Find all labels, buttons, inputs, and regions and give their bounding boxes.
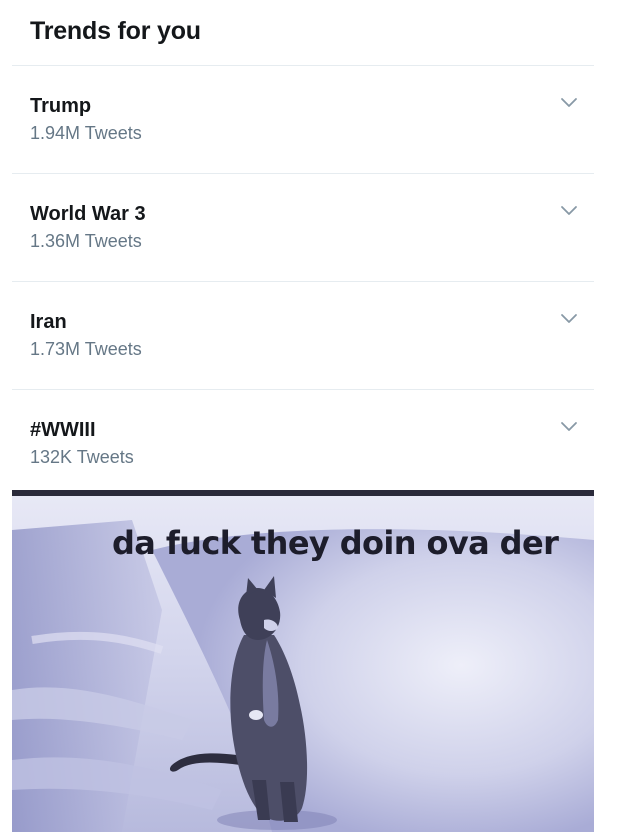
trend-name: Iran	[30, 311, 67, 333]
meme-image: da fuck they doin ova der	[12, 490, 594, 832]
trend-tweet-count: 1.36M Tweets	[30, 231, 142, 251]
trends-panel: Trends for you Trump 1.94M Tweets World …	[12, 0, 594, 490]
chevron-down-icon[interactable]	[560, 420, 578, 432]
chevron-down-icon[interactable]	[560, 312, 578, 324]
trend-name: Trump	[30, 95, 92, 117]
trend-name: #WWIII	[30, 419, 96, 441]
trend-item[interactable]: Iran 1.73M Tweets	[12, 282, 594, 390]
trend-item[interactable]: #WWIII 132K Tweets	[12, 390, 594, 490]
trends-header: Trends for you	[12, 0, 594, 66]
trend-tweet-count: 1.94M Tweets	[30, 123, 142, 143]
trends-title: Trends for you	[30, 17, 201, 45]
trend-tweet-count: 1.73M Tweets	[30, 339, 142, 359]
trend-name: World War 3	[30, 203, 146, 225]
chevron-down-icon[interactable]	[560, 204, 578, 216]
meme-caption: da fuck they doin ova der	[112, 524, 559, 562]
trend-tweet-count: 132K Tweets	[30, 447, 134, 467]
chevron-down-icon[interactable]	[560, 96, 578, 108]
trend-item[interactable]: Trump 1.94M Tweets	[12, 66, 594, 174]
trend-item[interactable]: World War 3 1.36M Tweets	[12, 174, 594, 282]
